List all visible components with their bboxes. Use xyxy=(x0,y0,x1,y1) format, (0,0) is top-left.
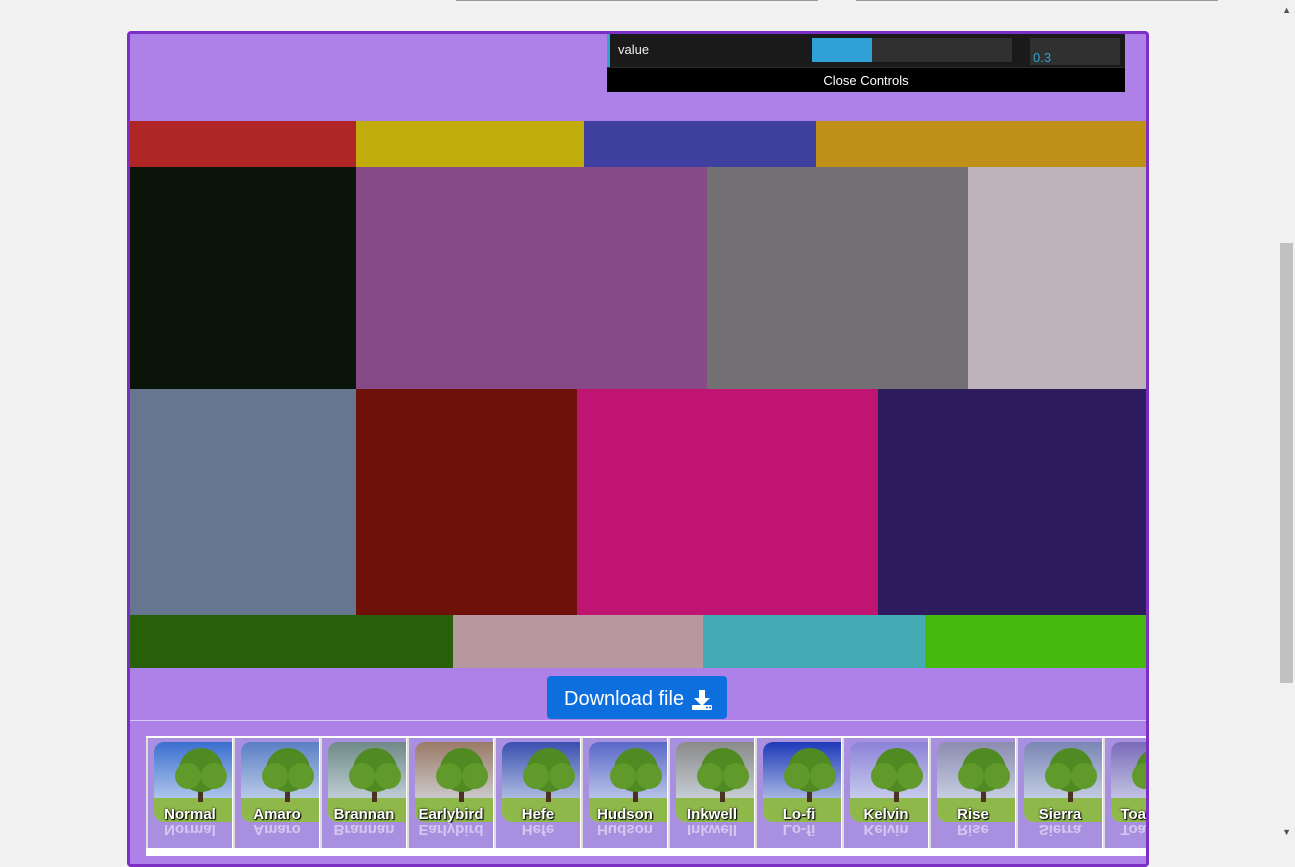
color-block xyxy=(925,615,1146,668)
download-button-label: Download file xyxy=(564,688,685,710)
color-block xyxy=(707,167,968,389)
value-slider-fill xyxy=(812,38,872,62)
color-block xyxy=(584,121,816,167)
divider xyxy=(130,720,1146,721)
filter-item[interactable]: Kelvin Kelvin xyxy=(842,738,928,848)
filter-name-reflection: Hudson xyxy=(597,821,653,838)
filter-item[interactable]: Earlybird Earlybird xyxy=(407,738,493,848)
scroll-up-arrow-icon[interactable]: ▲ xyxy=(1282,6,1291,15)
close-controls-button[interactable]: Close Controls xyxy=(607,67,1125,92)
color-block xyxy=(878,389,1146,615)
filter-name-reflection: Amaro xyxy=(253,821,301,838)
color-block xyxy=(453,615,703,668)
filtered-image-canvas xyxy=(130,121,1146,668)
download-file-button[interactable]: Download file xyxy=(547,676,727,719)
color-block xyxy=(356,121,584,167)
top-edge-line xyxy=(856,0,1218,1)
filter-name-reflection: Hefe xyxy=(521,821,555,838)
color-block xyxy=(703,615,925,668)
filter-item[interactable]: Lo-fi Lo-fi xyxy=(755,738,841,848)
filter-item[interactable]: Sierra Sierra xyxy=(1016,738,1102,848)
filter-item[interactable]: Hudson Hudson xyxy=(581,738,667,848)
color-block xyxy=(356,167,707,389)
value-number-input[interactable]: 0.3 xyxy=(1030,38,1120,65)
download-icon xyxy=(692,690,712,710)
page-scrollbar[interactable]: ▲ ▼ xyxy=(1278,0,1295,843)
color-block xyxy=(130,167,356,389)
color-block xyxy=(816,121,1146,167)
scroll-down-arrow-icon[interactable]: ▼ xyxy=(1282,828,1291,837)
color-block xyxy=(130,389,356,615)
filter-item[interactable]: Rise Rise xyxy=(929,738,1015,848)
value-control-row: value 0.3 xyxy=(607,34,1125,67)
color-block xyxy=(968,167,1146,389)
value-slider[interactable] xyxy=(812,38,1012,62)
controls-panel: value 0.3 Close Controls xyxy=(607,34,1125,92)
filter-item[interactable]: Normal Normal xyxy=(146,738,232,848)
filter-name-reflection: Kelvin xyxy=(863,821,909,838)
filter-item[interactable]: Brannan Brannan xyxy=(320,738,406,848)
filter-name-reflection: Sierra xyxy=(1038,821,1082,838)
filter-name-reflection: Normal xyxy=(164,821,216,838)
filter-item[interactable]: Amaro Amaro xyxy=(233,738,319,848)
filter-name-reflection: Rise xyxy=(957,821,989,838)
filter-name-reflection: Brannan xyxy=(333,821,395,838)
color-block xyxy=(577,389,878,615)
top-edge-line xyxy=(456,0,818,1)
filter-item[interactable]: Hefe Hefe xyxy=(494,738,580,848)
filter-item[interactable]: Inkwell Inkwell xyxy=(668,738,754,848)
filter-name-reflection: Lo-fi xyxy=(782,821,816,838)
color-block xyxy=(130,121,356,167)
filter-strip: Normal Normal Amaro Amaro Brannan Brannan Earl… xyxy=(146,736,1146,856)
value-label: value xyxy=(618,42,650,57)
scrollbar-thumb[interactable] xyxy=(1280,243,1293,683)
color-block xyxy=(130,615,453,668)
filter-name-reflection: Inkwell xyxy=(686,821,738,838)
filter-item[interactable]: ToasterToaster xyxy=(1103,738,1147,848)
filter-name-reflection: Toaster xyxy=(1120,821,1147,838)
filter-panel: value 0.3 Close Controls Download file N… xyxy=(127,31,1149,867)
filter-name-reflection: Earlybird xyxy=(418,821,484,838)
color-block xyxy=(356,389,577,615)
